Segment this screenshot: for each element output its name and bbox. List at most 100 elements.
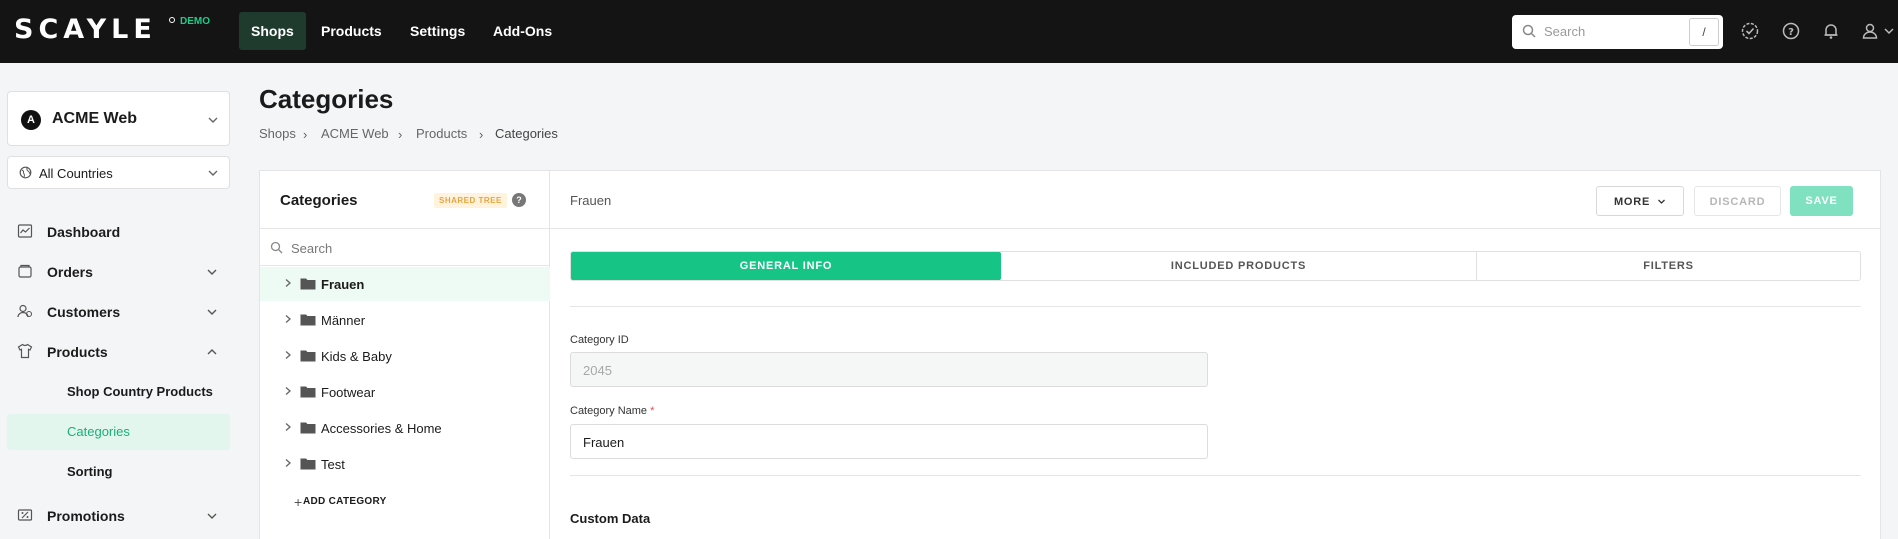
category-name-field[interactable]: Frauen: [570, 424, 1208, 459]
nav-products[interactable]: Products: [309, 12, 394, 50]
sidebar-subitem-shop-country-products[interactable]: Shop Country Products: [7, 374, 230, 410]
tree-item-label: Test: [321, 457, 345, 472]
sidebar-subitem-label: Sorting: [67, 464, 113, 479]
chevron-right-icon[interactable]: [284, 422, 292, 432]
breadcrumb-separator-icon: ›: [398, 127, 403, 142]
breadcrumb-current: Categories: [495, 126, 558, 141]
logo-ring-icon: [169, 17, 175, 23]
sidebar-item-label: Promotions: [47, 508, 125, 524]
tree-item-label: Frauen: [321, 277, 365, 292]
dashboard-icon: [17, 224, 33, 238]
shop-name: ACME Web: [52, 110, 138, 127]
folder-icon: [300, 386, 316, 398]
tree-search-input[interactable]: Search: [260, 230, 551, 266]
plus-icon: +: [294, 494, 303, 510]
chevron-down-icon: [207, 269, 217, 275]
sidebar-item-promotions[interactable]: Promotions: [7, 498, 230, 534]
sidebar-item-label: Customers: [47, 304, 121, 320]
chevron-up-icon: [207, 349, 217, 355]
svg-text:?: ?: [1788, 27, 1794, 38]
divider: [570, 475, 1861, 476]
chevron-down-icon: [208, 117, 218, 123]
category-id-value: 2045: [583, 363, 612, 378]
nav-settings[interactable]: Settings: [398, 12, 477, 50]
tab-included-products[interactable]: INCLUDED PRODUCTS: [1001, 252, 1476, 280]
sidebar-subitem-categories[interactable]: Categories: [7, 414, 230, 450]
divider: [570, 306, 1861, 307]
folder-icon: [300, 458, 316, 470]
nav-add-ons[interactable]: Add-Ons: [481, 12, 564, 50]
orders-icon: [18, 264, 32, 278]
sidebar-item-customers[interactable]: Customers: [7, 294, 230, 330]
category-name-label-text: Category Name: [570, 405, 648, 417]
search-icon: [270, 241, 283, 254]
top-navigation-bar: SCAYLE DEMO Shops Products Settings Add-…: [0, 0, 1898, 63]
globe-icon: [19, 166, 32, 179]
sidebar-subitem-label: Shop Country Products: [67, 384, 213, 399]
help-icon[interactable]: ?: [512, 193, 526, 207]
tree-item-test[interactable]: Test: [260, 447, 550, 481]
chevron-down-icon: [207, 513, 217, 519]
sidebar-subitem-label: Categories: [67, 424, 130, 439]
search-icon: [1522, 24, 1536, 38]
sidebar-item-products[interactable]: Products: [7, 334, 230, 370]
chevron-right-icon[interactable]: [284, 350, 292, 360]
more-button[interactable]: MORE: [1596, 186, 1684, 216]
sidebar-item-label: Dashboard: [47, 224, 121, 240]
help-icon[interactable]: ?: [1781, 21, 1801, 41]
discard-button[interactable]: DISCARD: [1694, 186, 1781, 216]
breadcrumb-products[interactable]: Products: [416, 126, 467, 141]
category-name-value: Frauen: [583, 435, 625, 450]
category-tree-panel: Categories SHARED TREE ? Search Frauen M…: [259, 170, 551, 539]
breadcrumb-separator-icon: ›: [303, 127, 308, 142]
tree-item-frauen[interactable]: Frauen: [260, 267, 550, 301]
search-shortcut-key: /: [1689, 18, 1719, 46]
custom-data-heading: Custom Data: [570, 511, 651, 526]
chevron-down-icon: [1658, 199, 1665, 204]
tree-item-label: Footwear: [321, 385, 376, 400]
demo-badge: DEMO: [180, 16, 210, 27]
chevron-right-icon[interactable]: [284, 386, 292, 396]
tree-search-placeholder: Search: [291, 241, 333, 256]
tree-item-kids-baby[interactable]: Kids & Baby: [260, 339, 550, 373]
detail-tabs: GENERAL INFO INCLUDED PRODUCTS FILTERS: [570, 251, 1861, 281]
sidebar-subitem-sorting[interactable]: Sorting: [7, 454, 230, 490]
tree-item-label: Accessories & Home: [321, 421, 442, 436]
tree-item-accessories-home[interactable]: Accessories & Home: [260, 411, 550, 445]
breadcrumb-shop[interactable]: ACME Web: [321, 126, 389, 141]
shop-selector[interactable]: A ACME Web: [7, 91, 230, 146]
add-category-label: ADD CATEGORY: [303, 496, 387, 507]
more-button-label: MORE: [1613, 196, 1651, 208]
country-selector[interactable]: All Countries: [7, 156, 230, 189]
tab-filters[interactable]: FILTERS: [1477, 252, 1860, 280]
chevron-right-icon[interactable]: [284, 458, 292, 468]
sidebar-item-label: Products: [47, 344, 108, 360]
nav-shops[interactable]: Shops: [239, 12, 306, 50]
promotions-icon: [17, 509, 33, 521]
folder-icon: [300, 278, 316, 290]
chevron-down-icon[interactable]: [1883, 21, 1895, 41]
tab-general-info[interactable]: GENERAL INFO: [571, 252, 1001, 280]
tasks-icon[interactable]: [1740, 21, 1760, 41]
breadcrumb-shops[interactable]: Shops: [259, 126, 296, 141]
user-icon[interactable]: [1860, 21, 1880, 41]
global-search-input[interactable]: Search /: [1512, 15, 1723, 49]
chevron-right-icon[interactable]: [284, 278, 292, 288]
bell-icon[interactable]: [1821, 21, 1841, 41]
category-detail-panel: Frauen MORE DISCARD SAVE GENERAL INFO IN…: [550, 170, 1881, 539]
tree-title: Categories: [280, 192, 358, 209]
tree-item-footwear[interactable]: Footwear: [260, 375, 550, 409]
chevron-right-icon[interactable]: [284, 314, 292, 324]
sidebar-item-dashboard[interactable]: Dashboard: [7, 214, 230, 250]
search-placeholder: Search: [1544, 24, 1586, 39]
breadcrumb-separator-icon: ›: [479, 127, 484, 142]
category-id-field: 2045: [570, 352, 1208, 387]
tree-header: Categories SHARED TREE ?: [260, 171, 551, 229]
sidebar-item-orders[interactable]: Orders: [7, 254, 230, 290]
scayle-logo[interactable]: SCAYLE: [14, 14, 157, 45]
sidebar-item-label: Orders: [47, 264, 93, 280]
tree-item-maenner[interactable]: Männer: [260, 303, 550, 337]
add-category-button[interactable]: + ADD CATEGORY: [294, 494, 387, 510]
category-id-label: Category ID: [570, 334, 629, 346]
save-button[interactable]: SAVE: [1790, 186, 1853, 216]
